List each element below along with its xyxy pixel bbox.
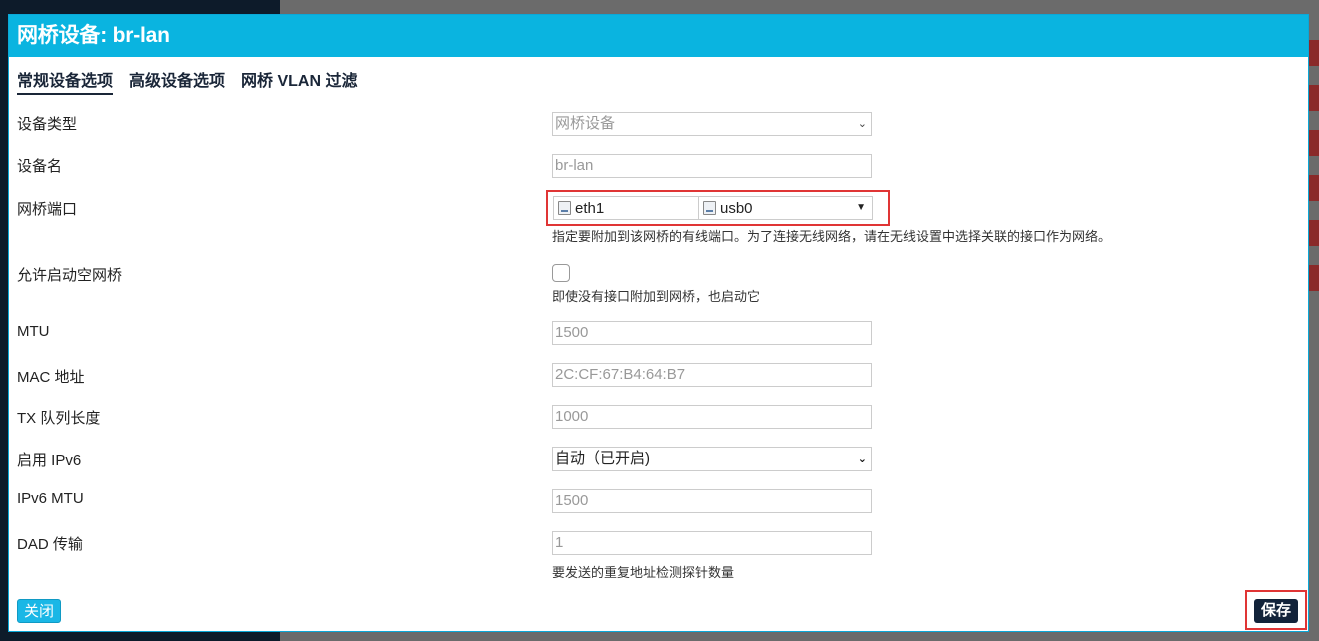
bridge-ports-multiselect[interactable]: eth1 usb0 ▼ (553, 196, 873, 220)
device-type-label: 设备类型 (17, 116, 78, 133)
row-device-type: 设备类型 网桥设备 ⌄ (17, 112, 1297, 136)
dropdown-arrow-icon[interactable]: ▼ (856, 197, 866, 219)
tab-bar: 常规设备选项 高级设备选项 网桥 VLAN 过滤 (9, 57, 1308, 95)
network-port-icon (703, 201, 716, 215)
ipv6-mtu-field[interactable]: 1500 (552, 489, 872, 513)
enable-ipv6-value: 自动（已开启) (555, 450, 650, 467)
enable-ipv6-label: 启用 IPv6 (17, 452, 82, 469)
device-type-value: 网桥设备 (555, 115, 616, 132)
dad-transmits-label: DAD 传输 (17, 536, 83, 553)
device-type-select[interactable]: 网桥设备 ⌄ (552, 112, 872, 136)
bridge-ports-label: 网桥端口 (17, 201, 78, 218)
save-button-highlight: 保存 (1245, 590, 1307, 630)
chevron-down-icon: ⌄ (857, 118, 867, 130)
bridge-device-dialog: 网桥设备: br-lan 常规设备选项 高级设备选项 网桥 VLAN 过滤 设备… (8, 14, 1309, 632)
backdrop-buttons-strip (1309, 40, 1319, 420)
port-usb0[interactable]: usb0 (699, 197, 753, 219)
tab-general-options[interactable]: 常规设备选项 (17, 67, 114, 95)
tx-queue-length-label: TX 队列长度 (17, 410, 101, 427)
mtu-field[interactable]: 1500 (552, 321, 872, 345)
allow-empty-bridge-description: 即使没有接口附加到网桥，也启动它 (552, 289, 761, 304)
mac-address-field[interactable]: 2C:CF:67:B4:64:B7 (552, 363, 872, 387)
close-button[interactable]: 关闭 (17, 599, 62, 623)
tab-advanced-options[interactable]: 高级设备选项 (129, 67, 225, 95)
device-name-label: 设备名 (17, 158, 63, 175)
port-eth1[interactable]: eth1 (554, 197, 699, 219)
allow-empty-bridge-checkbox[interactable] (552, 264, 570, 282)
network-port-icon (558, 201, 571, 215)
dad-transmits-description: 要发送的重复地址检测探针数量 (552, 565, 735, 580)
port-usb0-label: usb0 (720, 199, 753, 217)
dad-transmits-field[interactable]: 1 (552, 531, 872, 555)
bridge-ports-highlight: eth1 usb0 ▼ (546, 190, 890, 226)
chevron-down-icon: ⌄ (857, 453, 867, 465)
mac-address-label: MAC 地址 (17, 369, 85, 386)
port-eth1-label: eth1 (575, 199, 605, 217)
device-name-field[interactable]: br-lan (552, 154, 872, 178)
enable-ipv6-select[interactable]: 自动（已开启) ⌄ (552, 447, 872, 471)
dialog-title: 网桥设备: br-lan (9, 15, 1308, 57)
tx-queue-length-field[interactable]: 1000 (552, 405, 872, 429)
bridge-ports-description: 指定要附加到该网桥的有线端口。为了连接无线网络，请在无线设置中选择关联的接口作为… (552, 229, 1112, 244)
allow-empty-bridge-label: 允许启动空网桥 (17, 267, 123, 284)
ipv6-mtu-label: IPv6 MTU (17, 490, 84, 507)
tab-bridge-vlan-filtering[interactable]: 网桥 VLAN 过滤 (241, 67, 357, 95)
save-button[interactable]: 保存 (1254, 599, 1299, 623)
row-enable-ipv6: 启用 IPv6 自动（已开启) ⌄ (17, 447, 1297, 471)
mtu-label: MTU (17, 323, 50, 340)
